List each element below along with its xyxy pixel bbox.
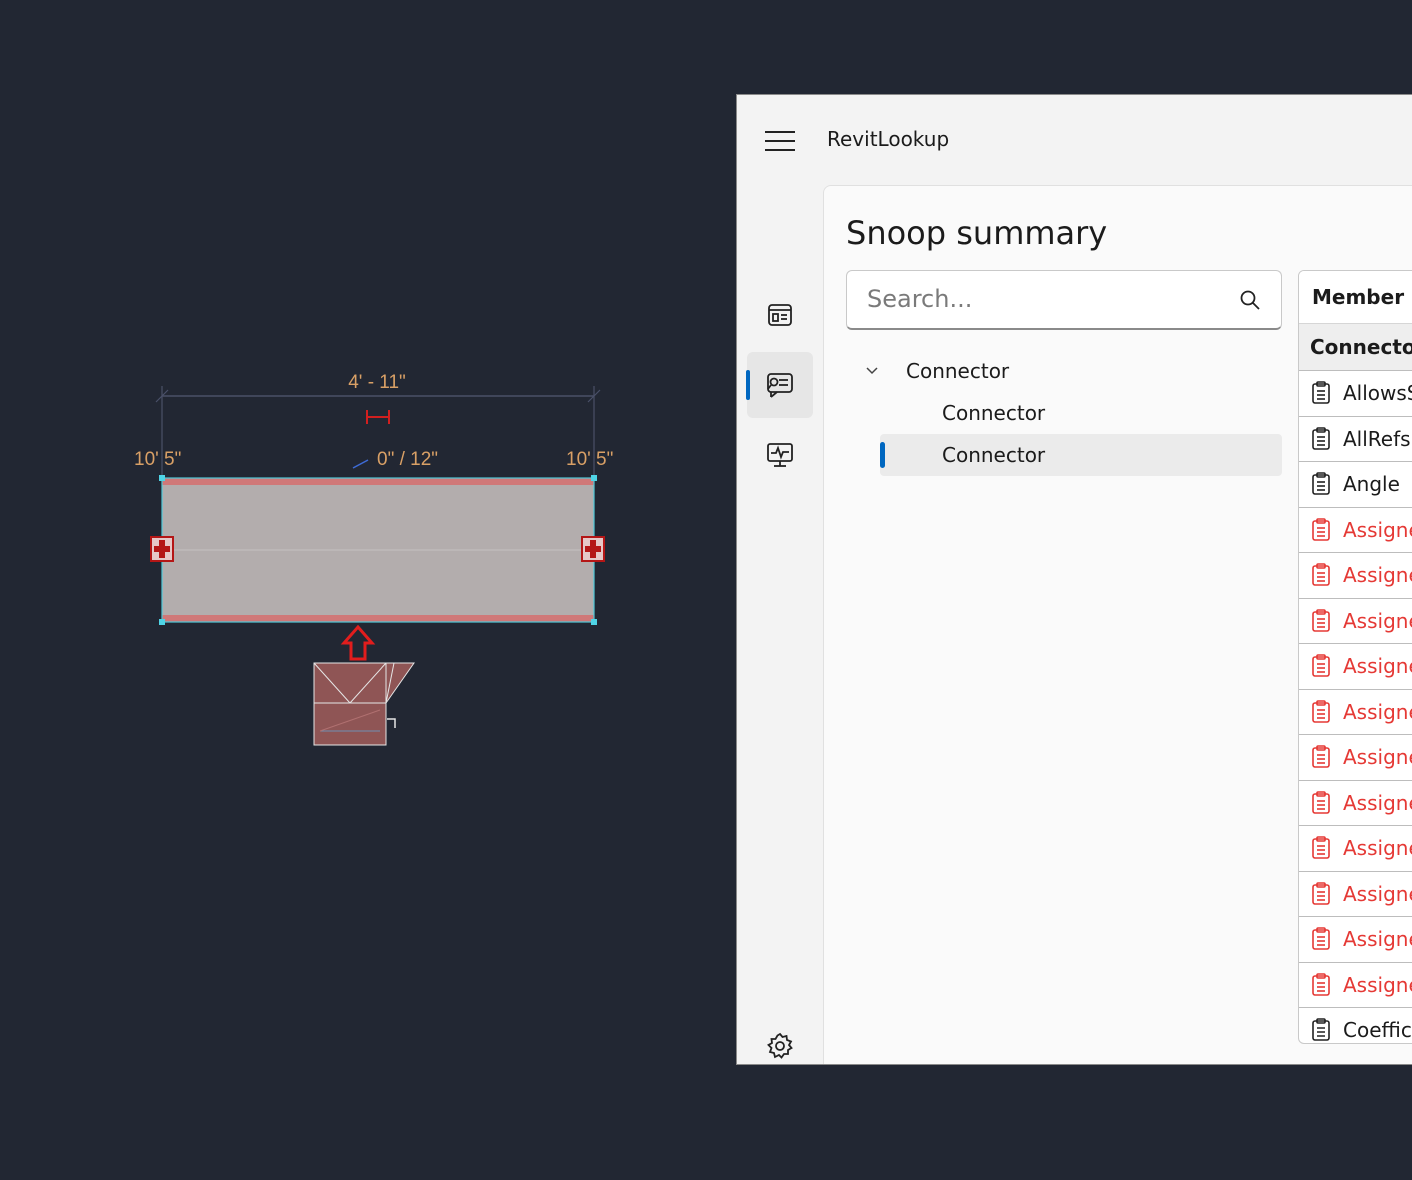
member-name: Angle: [1343, 472, 1400, 497]
member-name: Assigne: [1343, 836, 1412, 861]
search-box: [846, 270, 1282, 330]
right-connector-grip[interactable]: [581, 536, 605, 562]
revitlookup-window[interactable]: RevitLookup Snoop summary Search... Conn…: [736, 94, 1412, 1065]
member-name: Assigne: [1343, 699, 1412, 724]
clipboard-icon: [1299, 608, 1343, 633]
tree-item-label: Connector: [942, 443, 1046, 467]
performance-icon: [767, 443, 793, 467]
member-name: Assigne: [1343, 745, 1412, 770]
table-row[interactable]: AllRefs: [1299, 417, 1412, 462]
member-name: Assigne: [1343, 608, 1412, 633]
content-panel: Snoop summary Connector Connector Connec…: [823, 185, 1412, 1064]
navigation-rail: [737, 185, 823, 1064]
table-row[interactable]: Assigne: [1299, 826, 1412, 872]
clipboard-icon: [1299, 517, 1343, 542]
members-table[interactable]: Member Connector AllowsS AllRefs Angle Assi…: [1298, 270, 1412, 1044]
left-connector-grip[interactable]: [150, 536, 174, 562]
left-elevation-label: 10' 5": [134, 449, 181, 470]
clipboard-icon: [1299, 972, 1343, 997]
table-row[interactable]: Assigne: [1299, 644, 1412, 690]
table-row[interactable]: Assigne: [1299, 690, 1412, 735]
clipboard-icon: [1299, 745, 1343, 769]
clipboard-icon: [1299, 563, 1343, 587]
member-name: Assigne: [1343, 654, 1412, 679]
width-flip-control[interactable]: [366, 410, 390, 424]
tree-item-label: Connector: [906, 359, 1010, 383]
clipboard-icon: [1299, 881, 1343, 906]
member-name: Coeffici: [1343, 1018, 1412, 1043]
table-row[interactable]: Coeffici: [1299, 1008, 1412, 1043]
selection-indicator: [880, 442, 885, 468]
tree-item-child[interactable]: Connector: [880, 392, 1280, 434]
member-name: Assigne: [1343, 927, 1412, 952]
snoop-summary-icon: [767, 373, 793, 398]
dimension-text: 4' - 11": [348, 372, 406, 393]
table-row[interactable]: Assigne: [1299, 917, 1412, 963]
table-row[interactable]: Assigne: [1299, 781, 1412, 826]
active-nav-indicator: [746, 370, 750, 400]
dashboard-icon: [768, 304, 792, 326]
snoop-summary-button[interactable]: [746, 352, 813, 418]
member-name: AllowsS: [1343, 381, 1412, 406]
table-row[interactable]: AllowsS: [1299, 371, 1412, 417]
member-name: Assigne: [1343, 881, 1412, 906]
app-title: RevitLookup: [827, 127, 950, 151]
clipboard-icon: [1299, 426, 1343, 451]
duct-segment[interactable]: [159, 475, 597, 625]
clipboard-icon: [1299, 836, 1343, 860]
clipboard-icon: [1299, 790, 1343, 815]
slope-arrow: [352, 459, 369, 469]
title-bar: RevitLookup: [737, 95, 1412, 185]
clipboard-icon: [1299, 1018, 1343, 1042]
member-name: Assigne: [1343, 790, 1412, 815]
hamburger-menu-icon[interactable]: [765, 131, 795, 153]
clipboard-icon: [1299, 381, 1343, 405]
clipboard-icon: [1299, 699, 1343, 724]
table-row[interactable]: Assigne: [1299, 553, 1412, 599]
slope-label: 0" / 12": [377, 449, 438, 470]
table-row[interactable]: Assigne: [1299, 599, 1412, 644]
tree-item-root[interactable]: Connector: [864, 350, 1264, 392]
table-row[interactable]: Assigne: [1299, 963, 1412, 1008]
member-name: AllRefs: [1343, 426, 1411, 451]
search-input[interactable]: [847, 271, 1237, 327]
clipboard-icon: [1299, 927, 1343, 951]
performance-button[interactable]: [747, 422, 813, 488]
revit-drawing-canvas[interactable]: 4' - 11" 10' 5" 0" / 12" 10' 5": [0, 0, 736, 1180]
right-elevation-label: 10' 5": [566, 449, 613, 470]
member-name: Assigne: [1343, 517, 1412, 542]
page-title: Snoop summary: [846, 214, 1108, 252]
flip-arrow-icon[interactable]: [340, 624, 376, 661]
member-name: Assigne: [1343, 563, 1412, 588]
clipboard-icon: [1299, 654, 1343, 678]
settings-button[interactable]: [747, 1013, 813, 1064]
table-row[interactable]: Angle: [1299, 462, 1412, 508]
clipboard-icon: [1299, 472, 1343, 496]
column-header-member[interactable]: Member: [1299, 271, 1412, 324]
search-icon[interactable]: [1239, 289, 1261, 311]
air-terminal-fitting[interactable]: [313, 662, 415, 746]
settings-icon: [767, 1032, 793, 1059]
table-row[interactable]: Assigne: [1299, 735, 1412, 781]
dashboard-button[interactable]: [747, 282, 813, 348]
tree-item-child-selected[interactable]: Connector: [880, 434, 1282, 476]
table-row[interactable]: Assigne: [1299, 872, 1412, 917]
table-row[interactable]: Assigne: [1299, 508, 1412, 553]
tree-item-label: Connector: [942, 401, 1046, 425]
chevron-down-icon[interactable]: [864, 363, 880, 379]
group-header-row[interactable]: Connector: [1299, 324, 1412, 371]
member-name: Assigne: [1343, 972, 1412, 997]
